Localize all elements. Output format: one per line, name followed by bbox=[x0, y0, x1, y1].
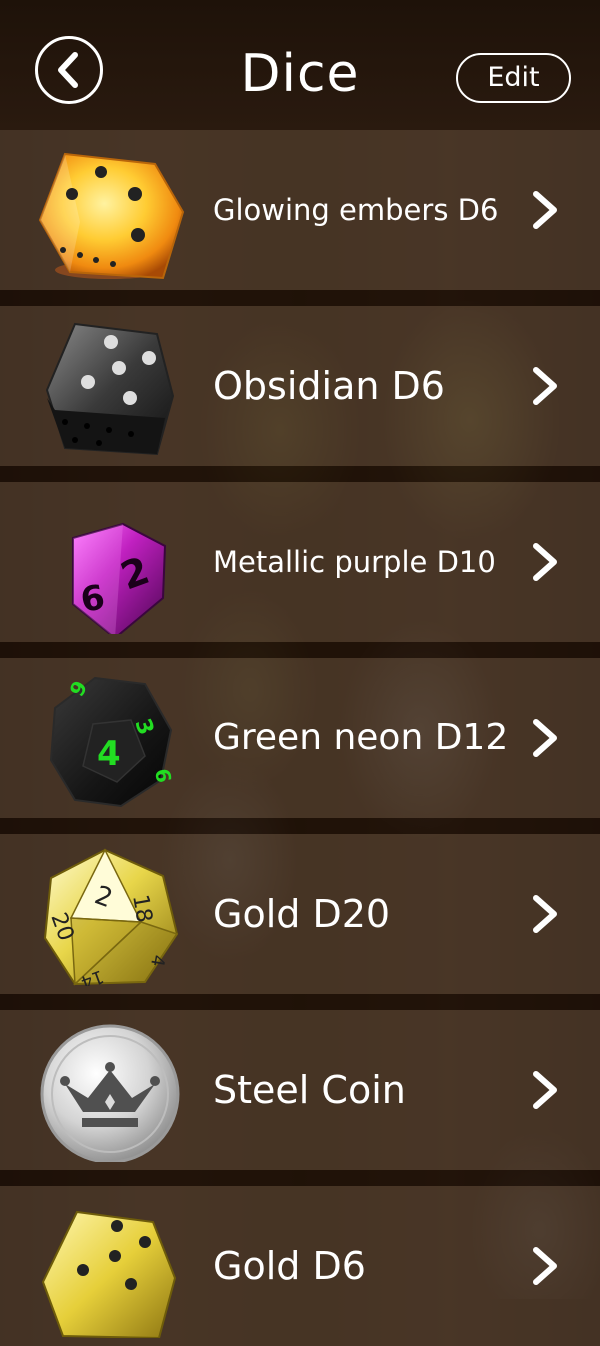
item-label: Obsidian D6 bbox=[213, 364, 445, 408]
row-separator bbox=[0, 642, 600, 658]
steel-coin-icon bbox=[40, 1024, 180, 1162]
chevron-right-icon bbox=[533, 543, 557, 581]
metallic-purple-d10-icon: 2 6 bbox=[72, 522, 167, 634]
item-label: Gold D6 bbox=[213, 1244, 366, 1288]
edit-button[interactable]: Edit bbox=[456, 53, 571, 103]
chevron-right-icon bbox=[533, 895, 557, 933]
list-item-obsidian-d6[interactable]: Obsidian D6 bbox=[0, 306, 600, 482]
chevron-right-icon bbox=[533, 191, 557, 229]
row-separator bbox=[0, 290, 600, 306]
row-separator bbox=[0, 466, 600, 482]
obsidian-d6-icon bbox=[45, 322, 175, 456]
chevron-right-icon bbox=[533, 719, 557, 757]
item-label: Green neon D12 bbox=[213, 717, 509, 758]
gold-d20-icon: 2 18 20 14 4 bbox=[43, 848, 179, 986]
chevron-left-icon bbox=[58, 52, 78, 88]
row-separator bbox=[0, 818, 600, 834]
item-label: Metallic purple D10 bbox=[213, 545, 496, 579]
header-bar: Dice Edit bbox=[0, 0, 600, 130]
item-label: Steel Coin bbox=[213, 1068, 406, 1112]
list-item-gold-d20[interactable]: 2 18 20 14 4 Gold D20 bbox=[0, 834, 600, 1010]
gold-d6-icon bbox=[41, 1210, 177, 1338]
svg-text:18: 18 bbox=[127, 893, 156, 925]
list-item-glowing-embers-d6[interactable]: Glowing embers D6 bbox=[0, 130, 600, 306]
chevron-right-icon bbox=[533, 367, 557, 405]
svg-text:4: 4 bbox=[97, 734, 121, 774]
item-label: Gold D20 bbox=[213, 892, 391, 936]
list-item-metallic-purple-d10[interactable]: 2 6 Metallic purple D10 bbox=[0, 482, 600, 658]
row-separator bbox=[0, 994, 600, 1010]
chevron-right-icon bbox=[533, 1071, 557, 1109]
chevron-right-icon bbox=[533, 1247, 557, 1285]
svg-text:6: 6 bbox=[150, 767, 176, 785]
glowing-embers-d6-icon bbox=[38, 152, 185, 280]
back-button[interactable] bbox=[35, 36, 103, 104]
row-separator bbox=[0, 1170, 600, 1186]
list-item-green-neon-d12[interactable]: 4 3 9 6 Green neon D12 bbox=[0, 658, 600, 834]
list-item-steel-coin[interactable]: Steel Coin bbox=[0, 1010, 600, 1186]
green-neon-d12-icon: 4 3 9 6 bbox=[49, 676, 176, 808]
list-item-gold-d6[interactable]: Gold D6 bbox=[0, 1186, 600, 1346]
item-label: Glowing embers D6 bbox=[213, 193, 499, 227]
